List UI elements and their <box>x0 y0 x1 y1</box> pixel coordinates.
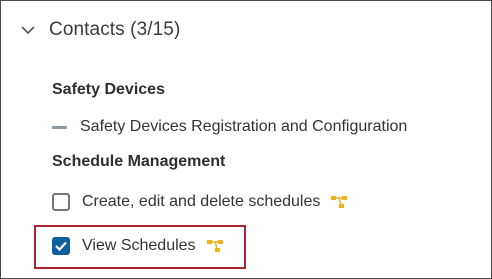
group-title-schedule-management: Schedule Management <box>52 153 226 170</box>
permissions-panel: Contacts (3/15) Safety Devices Safety De… <box>0 0 492 279</box>
section-header-contacts[interactable]: Contacts (3/15) <box>19 19 180 41</box>
indeterminate-dash-icon[interactable] <box>52 125 67 129</box>
permission-label: Safety Devices Registration and Configur… <box>80 118 408 135</box>
checkbox-create-edit-delete-schedules[interactable] <box>52 193 70 211</box>
highlight-box <box>34 225 246 269</box>
chevron-down-icon[interactable] <box>19 21 37 39</box>
group-title-safety-devices: Safety Devices <box>52 81 165 98</box>
permission-row-safety-devices-registration[interactable]: Safety Devices Registration and Configur… <box>52 118 407 136</box>
section-title: Contacts (3/15) <box>49 19 181 40</box>
permission-label: Create, edit and delete schedules <box>82 193 321 210</box>
permission-row-create-edit-delete-schedules[interactable]: Create, edit and delete schedules <box>52 193 348 211</box>
hierarchy-icon[interactable] <box>330 194 348 210</box>
